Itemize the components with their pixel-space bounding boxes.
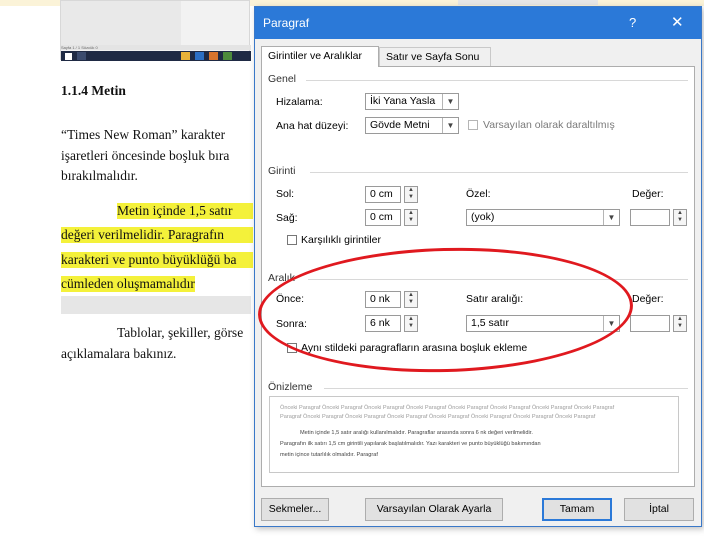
line-spacing-label: Satır aralığı:	[466, 293, 524, 305]
special-indent-label: Özel:	[466, 188, 491, 200]
chevron-down-icon: ▼	[442, 94, 458, 109]
app-icon	[223, 52, 232, 60]
indent-value-spinner[interactable]: ▲ ▼	[673, 209, 687, 226]
spacing-value-spinner[interactable]: ▲ ▼	[673, 315, 687, 332]
spacing-after-label: Sonra:	[276, 318, 307, 330]
outline-level-label: Ana hat düzeyi:	[276, 120, 349, 132]
tab-indents-spacing[interactable]: Girintiler ve Aralıklar	[261, 46, 379, 67]
left-indent-input[interactable]: 0 cm	[365, 186, 401, 203]
section-divider	[308, 279, 688, 280]
document-heading: 1.1.4 Metin	[61, 83, 126, 98]
chevron-down-icon: ▼	[442, 118, 458, 133]
left-indent-label: Sol:	[276, 188, 295, 200]
tabs-button[interactable]: Sekmeler...	[261, 498, 329, 521]
right-indent-input[interactable]: 0 cm	[365, 209, 401, 226]
preview-line: Metin içinde 1,5 satır aralığı kullanılm…	[300, 430, 533, 436]
dialog-titlebar[interactable]: Paragraf ? ✕	[255, 7, 701, 39]
tab-line-page-breaks[interactable]: Satır ve Sayfa Sonu	[379, 47, 491, 66]
preview-line: Paragrafın ilk satırı 1,5 cm girintili y…	[280, 441, 541, 447]
indent-value-input[interactable]	[630, 209, 670, 226]
store-icon	[195, 52, 204, 60]
right-indent-label: Sağ:	[276, 212, 298, 224]
app-icon	[209, 52, 218, 60]
preview-line: Önceki Paragraf Önceki Paragraf Önceki P…	[280, 405, 615, 411]
special-indent-value: (yok)	[471, 211, 495, 223]
explorer-icon	[181, 52, 190, 60]
screenshot-taskbar	[61, 51, 251, 61]
spacing-after-spinner[interactable]: ▲ ▼	[404, 315, 418, 332]
document-line: “Times New Roman” karakter	[61, 127, 226, 142]
document-line: açıklamalara bakınız.	[61, 346, 177, 361]
alignment-value: İki Yana Yasla	[370, 95, 436, 107]
spacing-value-label: Değer:	[632, 293, 664, 305]
spacing-before-spinner[interactable]: ▲ ▼	[404, 291, 418, 308]
mirror-indents-checkbox[interactable]	[287, 235, 297, 245]
document-line: işaretleri öncesinde boşluk bıra	[61, 148, 230, 163]
highlighted-line: değeri verilmelidir. Paragrafın	[61, 227, 253, 243]
section-divider	[324, 388, 688, 389]
chevron-down-icon: ▼	[603, 210, 619, 225]
spacing-before-input[interactable]: 0 nk	[365, 291, 401, 308]
collapsed-checkbox[interactable]	[468, 120, 478, 130]
search-icon	[77, 52, 86, 60]
section-spacing: Aralık	[268, 272, 295, 284]
document-line: bırakılmalıdır.	[61, 168, 138, 183]
highlighted-line: Metin içinde 1,5 satır	[117, 203, 253, 219]
spacing-value-input[interactable]	[630, 315, 670, 332]
dialog-title: Paragraf	[263, 16, 310, 30]
ok-button[interactable]: Tamam	[542, 498, 612, 521]
alignment-select[interactable]: İki Yana Yasla ▼	[365, 93, 459, 110]
no-space-same-style-checkbox[interactable]	[287, 343, 297, 353]
close-button[interactable]: ✕	[671, 13, 684, 31]
screenshot-status-bar: Sayfa 1 / 1 Sözcük 0	[61, 45, 251, 50]
spacing-after-input[interactable]: 6 nk	[365, 315, 401, 332]
paragraph-dialog: Paragraf ? ✕ Girintiler ve Aralıklar Sat…	[254, 6, 702, 527]
cancel-button[interactable]: İptal	[624, 498, 694, 521]
document-line: Tablolar, şekiller, görse	[117, 325, 244, 340]
outline-level-value: Gövde Metni	[370, 119, 430, 131]
spacing-before-label: Önce:	[276, 293, 305, 305]
indent-value-label: Değer:	[632, 188, 664, 200]
section-divider	[306, 80, 688, 81]
chevron-down-icon: ▼	[603, 316, 619, 331]
right-indent-spinner[interactable]: ▲ ▼	[404, 209, 418, 226]
highlighted-line: cümleden oluşmamalıdır	[61, 276, 195, 292]
outline-level-select[interactable]: Gövde Metni ▼	[365, 117, 459, 134]
background-window-strip	[458, 0, 598, 5]
preview-line: metin içince tutarlılık olmalıdır. Parag…	[280, 452, 378, 458]
screenshot-pane	[61, 1, 181, 45]
section-divider	[310, 172, 688, 173]
preview-box: Önceki Paragraf Önceki Paragraf Önceki P…	[269, 396, 679, 473]
left-indent-spinner[interactable]: ▲ ▼	[404, 186, 418, 203]
line-spacing-value: 1,5 satır	[471, 317, 509, 329]
highlighted-line: karakteri ve punto büyüklüğü ba	[61, 252, 253, 268]
alignment-label: Hizalama:	[276, 96, 323, 108]
set-as-default-button[interactable]: Varsayılan Olarak Ayarla	[365, 498, 503, 521]
document-gray-strip	[61, 296, 251, 314]
windows-start-icon	[65, 53, 72, 60]
special-indent-select[interactable]: (yok) ▼	[466, 209, 620, 226]
section-indentation: Girinti	[268, 165, 296, 177]
line-spacing-select[interactable]: 1,5 satır ▼	[466, 315, 620, 332]
embedded-screenshot: Sayfa 1 / 1 Sözcük 0	[60, 0, 251, 61]
preview-line: Paragraf Önceki Paragraf Önceki Paragraf…	[280, 414, 596, 420]
collapsed-label: Varsayılan olarak daraltılmış	[483, 119, 615, 131]
section-general: Genel	[268, 73, 297, 85]
no-space-same-style-label: Aynı stildeki paragrafların arasına boşl…	[301, 342, 528, 354]
help-button[interactable]: ?	[629, 15, 636, 30]
section-preview: Önizleme	[268, 381, 313, 393]
mirror-indents-label: Karşılıklı girintiler	[301, 234, 381, 246]
